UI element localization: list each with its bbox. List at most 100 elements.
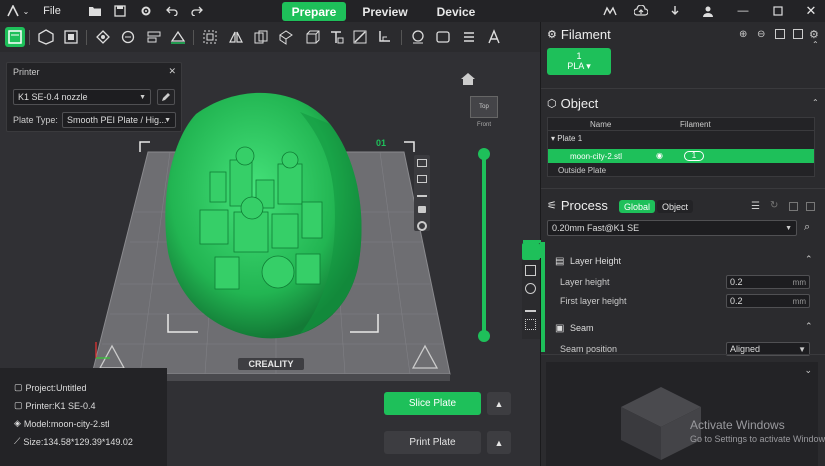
process-tab-object[interactable]: Object: [657, 200, 693, 213]
plate-settings-icon[interactable]: [417, 221, 427, 231]
print-plate-button[interactable]: Print Plate: [384, 431, 481, 454]
first-layer-height-input[interactable]: 0.2 mm: [726, 294, 810, 308]
save-icon[interactable]: [112, 3, 128, 19]
seam-paint-icon[interactable]: [408, 27, 428, 47]
object-model-name: moon-city-2.stl: [570, 152, 623, 161]
plate-lock-icon[interactable]: [418, 206, 426, 213]
filament-title-text: Filament: [560, 27, 611, 42]
scale-icon[interactable]: [200, 27, 220, 47]
seam-group-icon: ▣: [555, 323, 565, 334]
text-emboss-icon[interactable]: [326, 27, 346, 47]
settings-gear-icon[interactable]: [138, 3, 154, 19]
printer-select-value: K1 SE-0.4 nozzle: [18, 92, 88, 102]
speed-category-icon[interactable]: [525, 283, 536, 294]
quality-category-icon[interactable]: [522, 243, 540, 260]
others-category-icon[interactable]: [525, 319, 536, 330]
view-cube-front[interactable]: Front: [470, 122, 498, 136]
print-options-chevron-icon[interactable]: ▲: [487, 431, 511, 454]
text-tool-icon[interactable]: [484, 27, 504, 47]
object-filament-badge[interactable]: 1: [684, 151, 704, 161]
layer-slider-top-handle[interactable]: [478, 148, 490, 160]
filament-sync-icon[interactable]: [793, 29, 803, 39]
remove-filament-icon[interactable]: ⊖: [757, 29, 765, 40]
upload-cloud-icon[interactable]: [632, 3, 650, 19]
tab-prepare[interactable]: Prepare: [282, 2, 346, 21]
list-icon[interactable]: [459, 27, 479, 47]
plate-select-icon[interactable]: [417, 159, 427, 167]
process-tab-global[interactable]: Global: [619, 200, 655, 213]
download-icon[interactable]: [667, 3, 683, 19]
slice-options-chevron-icon[interactable]: ▲: [487, 392, 511, 415]
arrange-icon[interactable]: [93, 27, 113, 47]
close-printer-panel-icon[interactable]: ✕: [168, 66, 176, 77]
support-category-icon[interactable]: [525, 301, 536, 312]
layer-height-input[interactable]: 0.2 mm: [726, 275, 810, 289]
brush-icon[interactable]: [375, 27, 395, 47]
slice-plate-icon[interactable]: [5, 27, 25, 47]
expand-preview-icon[interactable]: ⌄: [804, 365, 812, 376]
support-paint-icon[interactable]: [276, 27, 296, 47]
filament-manager-icon[interactable]: [775, 29, 785, 39]
maximize-icon[interactable]: [770, 3, 786, 19]
filament-icon: ⚙: [547, 29, 557, 41]
plate-arrange-icon[interactable]: [417, 191, 427, 197]
app-menu-chevron-icon[interactable]: ⌄: [20, 3, 32, 19]
process-list-icon[interactable]: ☰: [751, 201, 760, 212]
strength-category-icon[interactable]: [525, 265, 536, 276]
view-cube-top[interactable]: Top: [470, 96, 498, 118]
process-save-icon[interactable]: [789, 202, 798, 211]
add-filament-icon[interactable]: ⊕: [739, 29, 747, 40]
user-icon[interactable]: [700, 3, 716, 19]
collapse-filament-icon[interactable]: ⌃: [812, 40, 819, 49]
copy-icon[interactable]: [251, 27, 271, 47]
plate-list-icon[interactable]: [417, 175, 427, 183]
visibility-eye-icon[interactable]: ◉: [656, 151, 663, 160]
collapse-object-icon[interactable]: ⌃: [812, 98, 819, 107]
measure-icon[interactable]: [433, 27, 453, 47]
collapse-group-icon[interactable]: ⌃: [805, 254, 813, 265]
cut-icon[interactable]: [350, 27, 370, 47]
mirror-icon[interactable]: [226, 27, 246, 47]
lay-on-face-icon[interactable]: [168, 27, 188, 47]
cube-icon[interactable]: [302, 27, 322, 47]
object-row-plate[interactable]: ▾ Plate 1: [551, 134, 582, 143]
toolbar-divider: [86, 30, 87, 45]
seam-group-title: Seam: [570, 323, 594, 333]
printer-select[interactable]: K1 SE-0.4 nozzle ▼: [13, 89, 151, 105]
watermark-title: Activate Windows: [690, 418, 785, 432]
plate-type-select[interactable]: Smooth PEI Plate / Hig... ▼: [62, 112, 176, 128]
orient-icon[interactable]: [118, 27, 138, 47]
layer-height-group-icon: ▤: [555, 256, 565, 267]
object-row-outside-plate[interactable]: Outside Plate: [558, 166, 606, 175]
model-moon-city[interactable]: [165, 92, 362, 339]
object-list-header: Name Filament: [548, 118, 814, 131]
process-preset-select[interactable]: 0.20mm Fast@K1 SE ▼: [547, 220, 797, 236]
redo-icon[interactable]: [189, 3, 205, 19]
slice-plate-button[interactable]: Slice Plate: [384, 392, 481, 415]
app-logo-icon: [6, 3, 20, 19]
layer-slider-bottom-handle[interactable]: [478, 330, 490, 342]
close-window-icon[interactable]: ✕: [803, 3, 819, 19]
tab-preview[interactable]: Preview: [355, 2, 415, 21]
plate-type-label: Plate Type:: [13, 115, 58, 125]
chevron-down-icon: ▼: [164, 116, 171, 124]
object-row-model[interactable]: moon-city-2.stl ◉ 1: [548, 149, 814, 163]
edit-printer-icon[interactable]: [157, 89, 175, 105]
file-menu[interactable]: File: [36, 3, 68, 19]
minimize-icon[interactable]: —: [735, 3, 751, 19]
process-reset-icon[interactable]: ↻: [770, 200, 778, 211]
creality-cloud-icon[interactable]: [602, 3, 618, 19]
open-folder-icon[interactable]: [87, 3, 103, 19]
search-icon[interactable]: ⌕: [804, 221, 810, 234]
home-view-icon[interactable]: [460, 72, 476, 86]
process-compare-icon[interactable]: [806, 202, 815, 211]
tab-device[interactable]: Device: [428, 2, 484, 21]
layout-icon[interactable]: [144, 27, 164, 47]
undo-icon[interactable]: [164, 3, 180, 19]
plate-settings-icon[interactable]: [61, 27, 81, 47]
cube-icon: ⬡: [547, 98, 557, 110]
add-object-icon[interactable]: [36, 27, 56, 47]
printer-panel-title: Printer: [13, 67, 40, 77]
collapse-group-icon[interactable]: ⌃: [805, 321, 813, 332]
filament-slot-1[interactable]: 1 PLA ▾: [547, 48, 611, 75]
